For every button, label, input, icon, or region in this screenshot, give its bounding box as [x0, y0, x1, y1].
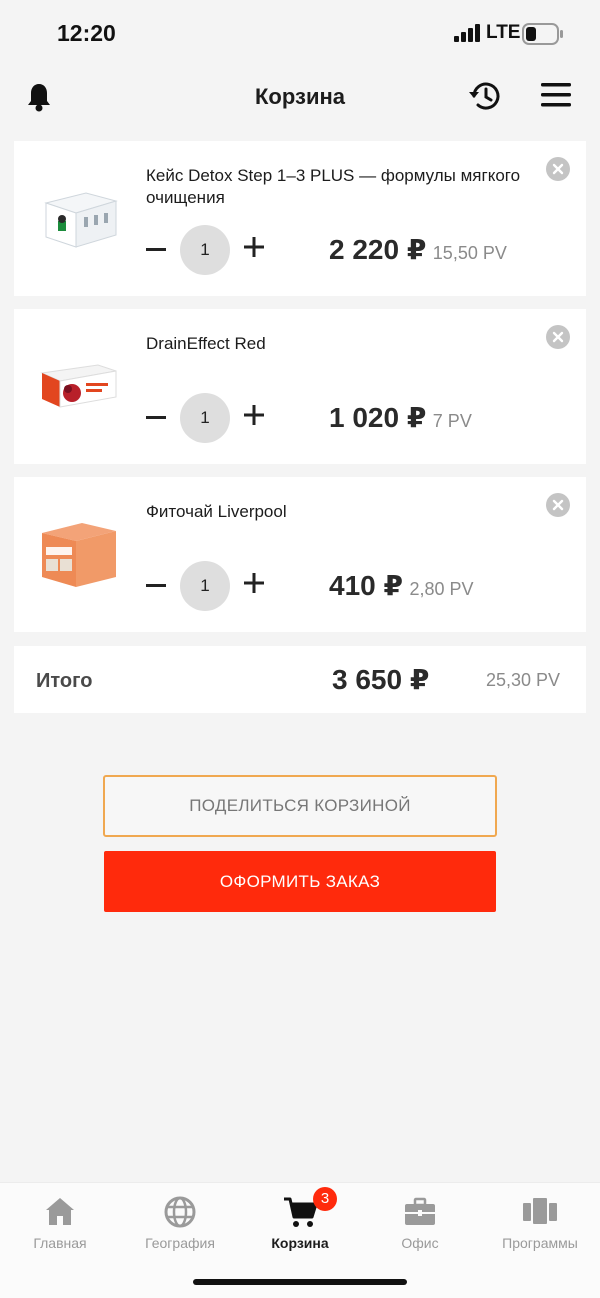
tab-label: Офис	[401, 1235, 439, 1251]
price-row: 1 020 ₽ 7 PV	[329, 401, 472, 434]
cart-item: Кейс Detox Step 1–3 PLUS — формулы мягко…	[14, 141, 586, 296]
increase-quantity-button[interactable]	[242, 403, 266, 427]
tab-home[interactable]: Главная	[0, 1195, 120, 1251]
status-time: 12:20	[57, 20, 116, 46]
battery-icon	[522, 23, 563, 45]
close-icon	[552, 163, 564, 175]
tab-label: Корзина	[271, 1235, 329, 1251]
home-indicator	[193, 1279, 407, 1285]
cart-item: DrainEffect Red 1 1 020 ₽ 7 PV	[14, 309, 586, 464]
liverpool-tea-product-icon	[42, 523, 116, 587]
item-price: 410 ₽	[329, 570, 403, 601]
draineffect-box-product-icon	[40, 364, 117, 408]
item-price: 2 220 ₽	[329, 234, 427, 265]
product-name[interactable]: Кейс Detox Step 1–3 PLUS — формулы мягко…	[146, 165, 526, 209]
briefcase-icon	[405, 1197, 435, 1225]
total-summary: Итого 3 650 ₽ 25,30 PV	[14, 646, 586, 713]
total-pv: 25,30 PV	[486, 670, 561, 690]
place-order-button[interactable]: ОФОРМИТЬ ЗАКАЗ	[104, 851, 496, 912]
status-bar: 12:20 LTE	[0, 0, 600, 66]
network-type: LTE	[486, 22, 521, 43]
item-price: 1 020 ₽	[329, 402, 427, 433]
programs-icon	[523, 1198, 557, 1224]
increase-quantity-button[interactable]	[242, 235, 266, 259]
price-row: 2 220 ₽ 15,50 PV	[329, 233, 507, 266]
quantity-value[interactable]: 1	[180, 561, 230, 611]
quantity-value[interactable]: 1	[180, 393, 230, 443]
tab-geography[interactable]: География	[120, 1195, 240, 1251]
detox-box-product-icon	[44, 192, 118, 248]
tab-label: Главная	[33, 1235, 87, 1251]
product-name[interactable]: DrainEffect Red	[146, 333, 526, 355]
signal-strength-icon	[454, 24, 480, 42]
history-icon[interactable]	[468, 79, 502, 113]
decrease-quantity-button[interactable]	[144, 569, 168, 603]
close-icon	[552, 331, 564, 343]
tab-label: Программы	[502, 1235, 578, 1251]
remove-item-button[interactable]	[546, 493, 570, 517]
product-name[interactable]: Фиточай Liverpool	[146, 501, 526, 523]
remove-item-button[interactable]	[546, 325, 570, 349]
tab-programs[interactable]: Программы	[480, 1195, 600, 1251]
home-icon	[46, 1198, 74, 1225]
total-label: Итого	[36, 670, 93, 692]
cart-count-badge: 3	[313, 1187, 337, 1211]
tab-cart[interactable]: 3 Корзина	[240, 1187, 360, 1251]
quantity-value[interactable]: 1	[180, 225, 230, 275]
item-pv: 15,50 PV	[432, 243, 507, 263]
decrease-quantity-button[interactable]	[144, 401, 168, 435]
increase-quantity-button[interactable]	[242, 571, 266, 595]
header-bar: Корзина	[0, 66, 600, 128]
tab-office[interactable]: Офис	[360, 1195, 480, 1251]
page-title: Корзина	[255, 84, 345, 109]
share-cart-button[interactable]: ПОДЕЛИТЬСЯ КОРЗИНОЙ	[103, 775, 497, 837]
total-price: 3 650 ₽	[332, 664, 430, 695]
remove-item-button[interactable]	[546, 157, 570, 181]
hamburger-menu-icon[interactable]	[541, 82, 573, 108]
item-pv: 2,80 PV	[409, 579, 474, 599]
cart-item: Фиточай Liverpool 1 410 ₽ 2,80 PV	[14, 477, 586, 632]
close-icon	[552, 499, 564, 511]
price-row: 410 ₽ 2,80 PV	[329, 569, 473, 602]
globe-icon	[164, 1196, 196, 1228]
item-pv: 7 PV	[432, 411, 472, 431]
tab-label: География	[145, 1235, 215, 1251]
decrease-quantity-button[interactable]	[144, 233, 168, 267]
